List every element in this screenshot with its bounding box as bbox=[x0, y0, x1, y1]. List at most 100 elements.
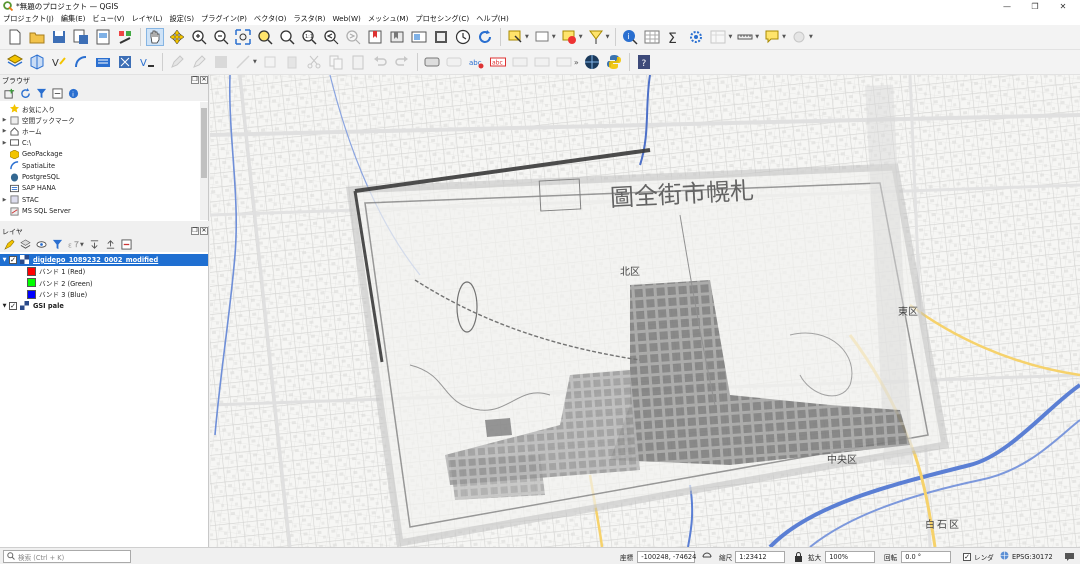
extents-toggle-icon[interactable] bbox=[702, 550, 712, 563]
temporal-clock-icon[interactable] bbox=[454, 28, 472, 46]
chevron-down-icon[interactable]: ▼ bbox=[552, 34, 556, 40]
lock-scale-icon[interactable] bbox=[794, 550, 803, 563]
zoom-full-icon[interactable] bbox=[234, 28, 252, 46]
current-edits-icon[interactable] bbox=[168, 53, 186, 71]
menu-vector[interactable]: ベクタ(O) bbox=[254, 14, 287, 24]
toggle-editing-pencil-icon[interactable] bbox=[190, 53, 208, 71]
layer-visibility-checkbox[interactable]: ✓ bbox=[9, 255, 17, 264]
data-source-manager-icon[interactable] bbox=[6, 53, 24, 71]
table-icon[interactable] bbox=[709, 28, 727, 46]
rotation-field[interactable]: 0.0 ° bbox=[901, 550, 952, 563]
map-render[interactable]: 圖全街市幌札 北区 東区 中央区 白石区 bbox=[210, 75, 1080, 547]
deselect-icon[interactable] bbox=[560, 28, 578, 46]
browser-scrollbar-thumb[interactable] bbox=[201, 108, 207, 178]
chevron-down-icon[interactable]: ▼ bbox=[755, 34, 759, 40]
scale-field[interactable]: 1:23412 bbox=[735, 550, 786, 563]
menu-processing[interactable]: プロセシング(C) bbox=[415, 14, 469, 24]
menu-project[interactable]: プロジェクト(J) bbox=[3, 14, 54, 24]
expand-arrow-icon[interactable]: ▶ bbox=[0, 117, 9, 123]
layer-styling-icon[interactable] bbox=[3, 238, 16, 251]
redo-icon[interactable] bbox=[393, 53, 411, 71]
zoom-out-icon[interactable] bbox=[212, 28, 230, 46]
layer-visibility-checkbox[interactable]: ✓ bbox=[9, 301, 17, 310]
new-project-icon[interactable] bbox=[6, 28, 24, 46]
browser-item-geopackage[interactable]: GeoPackage bbox=[0, 149, 208, 160]
filter-legend-icon[interactable] bbox=[51, 238, 64, 251]
coordinate-field[interactable]: -100248, -74624 bbox=[637, 550, 696, 563]
menu-help[interactable]: ヘルプ(H) bbox=[476, 14, 509, 24]
save-as-icon[interactable] bbox=[72, 28, 90, 46]
cut-icon[interactable] bbox=[305, 53, 323, 71]
chevron-down-icon[interactable]: ▼ bbox=[606, 34, 610, 40]
crs-group[interactable]: EPSG:30172 bbox=[1000, 550, 1053, 563]
select-value-icon[interactable] bbox=[533, 28, 551, 46]
chevron-down-icon[interactable]: ▼ bbox=[80, 242, 84, 248]
identify-icon[interactable]: i bbox=[621, 28, 639, 46]
digitize-icon[interactable] bbox=[234, 53, 252, 71]
filter-expression-icon[interactable]: ε bbox=[67, 238, 80, 251]
save-project-icon[interactable] bbox=[50, 28, 68, 46]
label-pin-icon[interactable] bbox=[445, 53, 463, 71]
panel-float-icon[interactable]: ❐ bbox=[191, 227, 199, 235]
browser-item-mssql[interactable]: MS SQL Server bbox=[0, 206, 208, 217]
locator-search-input[interactable]: 検索 (Ctrl + K) bbox=[3, 550, 131, 563]
help-icon[interactable]: ? bbox=[635, 53, 653, 71]
print-layout-icon[interactable] bbox=[94, 28, 112, 46]
menu-mesh[interactable]: メッシュ(M) bbox=[368, 14, 409, 24]
label-show-abc-icon[interactable]: abc bbox=[467, 53, 485, 71]
panel-float-icon[interactable]: ❐ bbox=[191, 76, 199, 84]
layer-item-gsi-pale[interactable]: ▼ ✓ GSI pale bbox=[0, 300, 208, 312]
chevron-down-icon[interactable]: ▼ bbox=[728, 34, 732, 40]
render-checkbox[interactable]: ✓ bbox=[963, 552, 971, 561]
collapse-arrow-icon[interactable]: ▼ bbox=[0, 303, 9, 309]
python-console-icon[interactable] bbox=[605, 53, 623, 71]
new-virtual-layer-icon[interactable] bbox=[94, 53, 112, 71]
browser-item-spatialite[interactable]: SpatiaLite bbox=[0, 160, 208, 171]
new-bookmark-icon[interactable] bbox=[366, 28, 384, 46]
browser-item-stac[interactable]: ▶ STAC bbox=[0, 194, 208, 205]
new-3d-view-icon[interactable] bbox=[432, 28, 450, 46]
maximize-button[interactable]: ❐ bbox=[1024, 0, 1046, 12]
menu-settings[interactable]: 設定(S) bbox=[169, 14, 194, 24]
browser-item-drive[interactable]: ▶ C:\ bbox=[0, 137, 208, 148]
pan-to-selection-icon[interactable] bbox=[168, 28, 186, 46]
chevron-down-icon[interactable]: ▼ bbox=[809, 34, 813, 40]
close-button[interactable]: ✕ bbox=[1052, 0, 1074, 12]
manage-visibility-eye-icon[interactable] bbox=[35, 238, 48, 251]
add-group-icon[interactable] bbox=[19, 238, 32, 251]
panel-close-icon[interactable]: ✕ bbox=[200, 227, 208, 235]
select-feature-icon[interactable] bbox=[506, 28, 524, 46]
pan-hand-icon[interactable] bbox=[146, 28, 164, 46]
collapse-all-icon[interactable] bbox=[51, 87, 64, 100]
menu-view[interactable]: ビュー(V) bbox=[92, 14, 124, 24]
refresh-icon[interactable] bbox=[19, 87, 32, 100]
expand-arrow-icon[interactable]: ▶ bbox=[0, 140, 9, 146]
refresh-icon[interactable] bbox=[476, 28, 494, 46]
select-location-icon[interactable] bbox=[587, 28, 605, 46]
save-edits-icon[interactable] bbox=[212, 53, 230, 71]
toolbar-more-icon[interactable]: » bbox=[574, 58, 579, 67]
expand-arrow-icon[interactable]: ▶ bbox=[0, 128, 9, 134]
label-move-icon[interactable] bbox=[511, 53, 529, 71]
new-spatialite-icon[interactable] bbox=[72, 53, 90, 71]
menu-raster[interactable]: ラスタ(R) bbox=[293, 14, 325, 24]
zoom-in-icon[interactable] bbox=[190, 28, 208, 46]
chevron-down-icon[interactable]: ▼ bbox=[579, 34, 583, 40]
undo-icon[interactable] bbox=[371, 53, 389, 71]
new-geopackage-icon[interactable] bbox=[28, 53, 46, 71]
new-map-view-icon[interactable] bbox=[410, 28, 428, 46]
add-selected-layers-icon[interactable] bbox=[3, 87, 16, 100]
panel-close-icon[interactable]: ✕ bbox=[200, 76, 208, 84]
expand-arrow-icon[interactable]: ▶ bbox=[0, 197, 9, 203]
copy-icon[interactable] bbox=[327, 53, 345, 71]
chevron-down-icon[interactable]: ▼ bbox=[782, 34, 786, 40]
paste-icon[interactable] bbox=[349, 53, 367, 71]
info-icon[interactable]: i bbox=[67, 87, 80, 100]
attribute-table-icon[interactable] bbox=[643, 28, 661, 46]
zoom-selection-icon[interactable] bbox=[256, 28, 274, 46]
statistics-sigma-icon[interactable]: Σ bbox=[665, 28, 683, 46]
open-project-icon[interactable] bbox=[28, 28, 46, 46]
browser-scrollbar[interactable] bbox=[200, 102, 208, 220]
annotation-tip-icon[interactable] bbox=[763, 28, 781, 46]
zoom-layer-icon[interactable] bbox=[278, 28, 296, 46]
